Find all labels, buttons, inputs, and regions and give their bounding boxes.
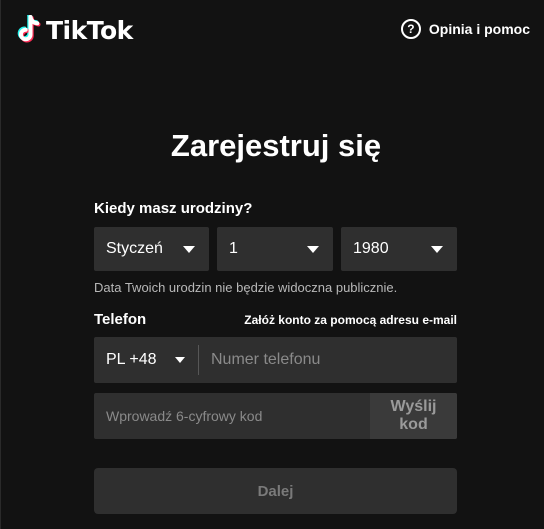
phone-label: Telefon <box>94 311 147 328</box>
tiktok-note-icon <box>17 15 41 43</box>
phone-field: PL +48 <box>94 337 457 383</box>
month-select[interactable]: Styczeń <box>94 227 209 271</box>
verification-code-input[interactable] <box>94 393 370 439</box>
help-label: Opinia i pomoc <box>428 21 530 37</box>
question-circle-icon: ? <box>400 19 421 39</box>
country-code-select[interactable]: PL +48 <box>94 337 198 383</box>
birthday-selects: Styczeń 1 1980 <box>94 227 457 271</box>
send-code-button[interactable]: Wyślij kod <box>370 393 457 439</box>
top-bar: TikTok ? Opinia i pomoc <box>0 0 544 62</box>
chevron-down-icon <box>307 246 319 253</box>
day-select[interactable]: 1 <box>217 227 333 271</box>
window-edge <box>0 0 1 529</box>
year-value: 1980 <box>353 240 389 257</box>
email-signup-link[interactable]: Załóż konto za pomocą adresu e-mail <box>244 313 457 327</box>
signup-page: TikTok ? Opinia i pomoc Zarejestruj się … <box>0 0 544 529</box>
phone-number-input[interactable] <box>199 337 457 383</box>
chevron-down-icon <box>175 357 185 363</box>
chevron-down-icon <box>183 246 195 253</box>
tiktok-logo[interactable]: TikTok <box>16 12 133 48</box>
next-button[interactable]: Dalej <box>94 468 457 514</box>
phone-header: Telefon Załóż konto za pomocą adresu e-m… <box>94 311 457 328</box>
brand-name: TikTok <box>46 15 133 45</box>
day-value: 1 <box>229 240 238 257</box>
birthday-label: Kiedy masz urodziny? <box>94 200 253 217</box>
signup-form: Kiedy masz urodziny? Styczeń 1 1980 Data… <box>94 200 457 514</box>
page-title: Zarejestruj się <box>170 128 382 163</box>
code-field: Wyślij kod <box>94 393 457 439</box>
year-select[interactable]: 1980 <box>341 227 457 271</box>
country-code-value: PL +48 <box>106 351 157 368</box>
birthday-hint: Data Twoich urodzin nie będzie widoczna … <box>94 280 398 295</box>
chevron-down-icon <box>431 246 443 253</box>
month-value: Styczeń <box>106 240 163 257</box>
help-feedback-link[interactable]: ? Opinia i pomoc <box>400 19 530 39</box>
